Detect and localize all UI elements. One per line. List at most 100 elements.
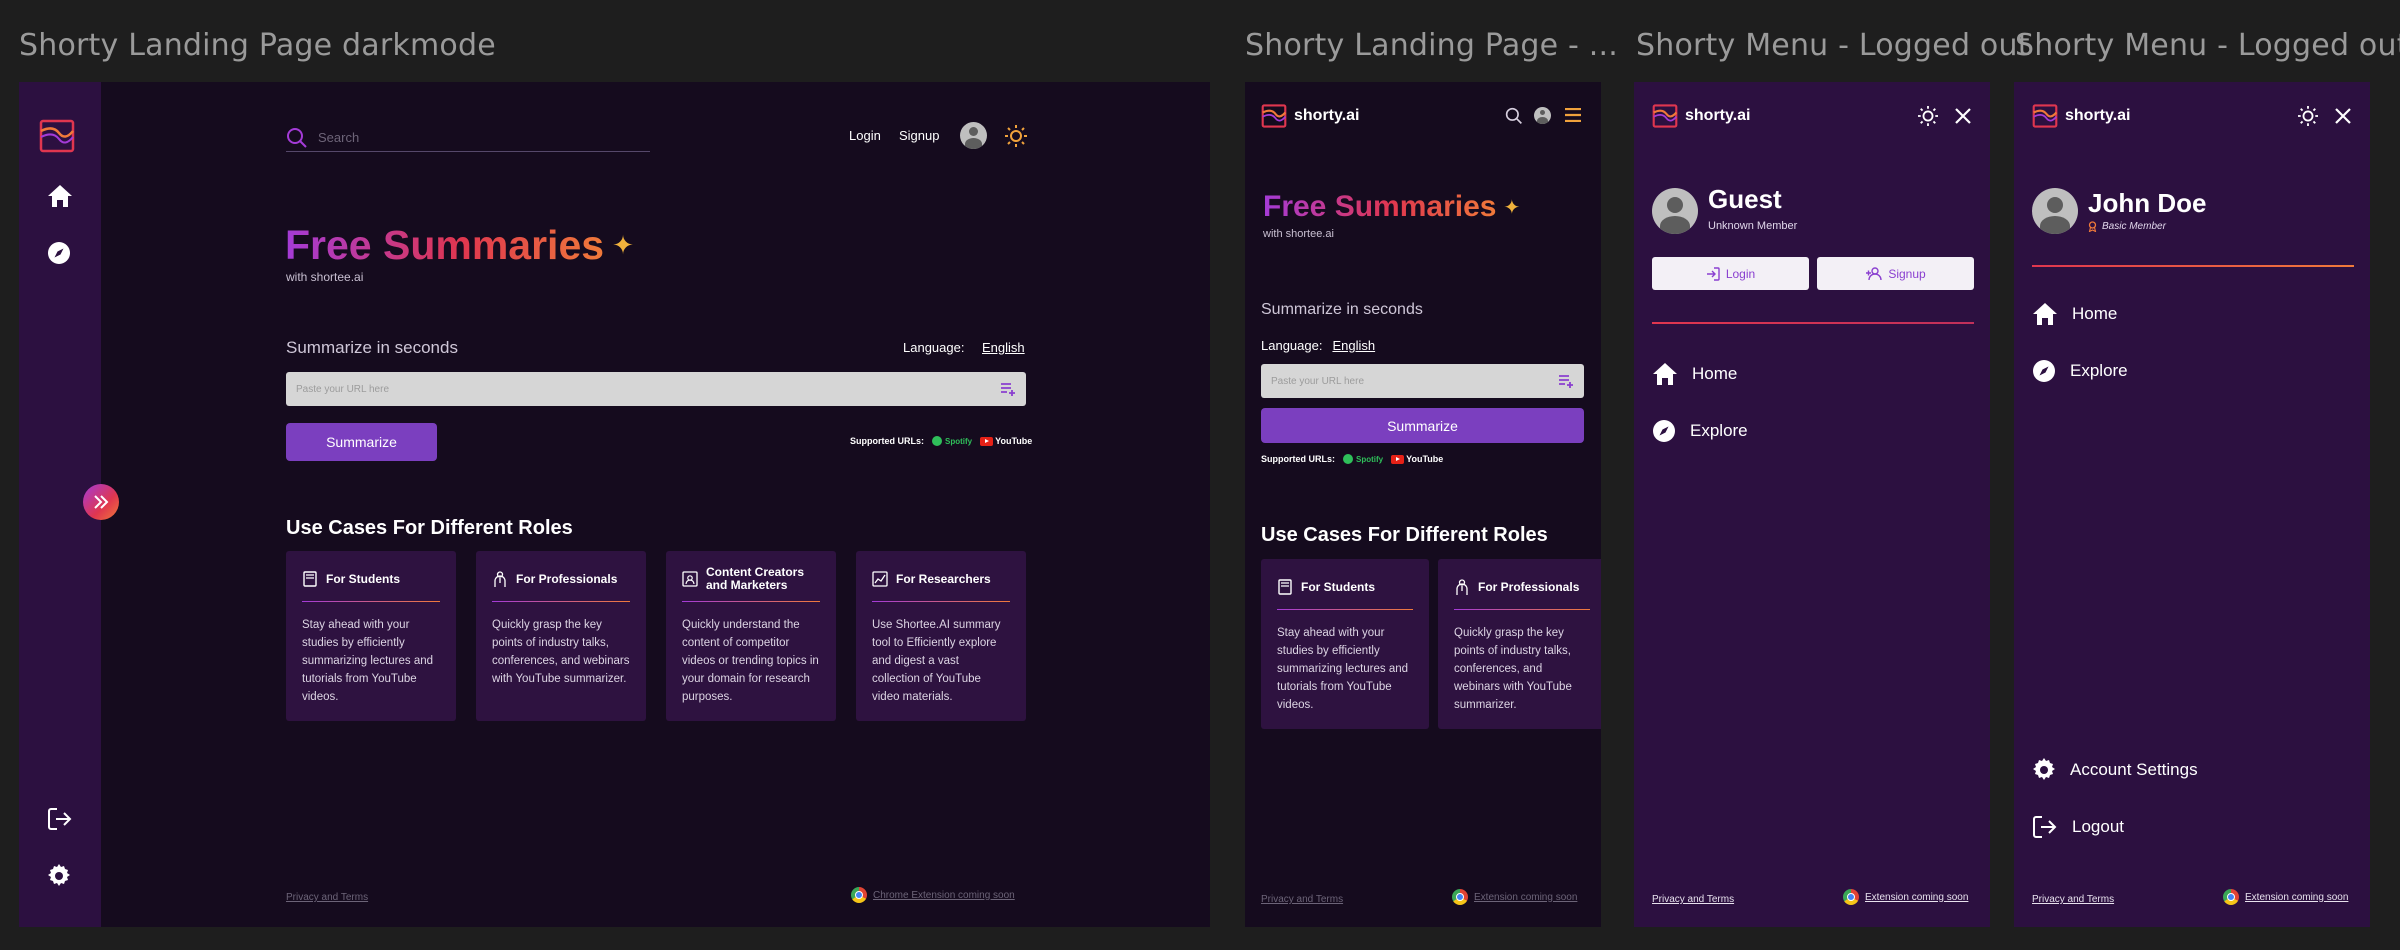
hero-subtitle: with shortee.ai — [1263, 228, 1334, 240]
extension-link[interactable]: Extension coming soon — [2223, 889, 2348, 905]
landing-desktop-frame: Search Login Signup Free Summaries ✦ wit… — [19, 82, 1210, 927]
avatar[interactable] — [1534, 107, 1551, 124]
home-icon[interactable] — [47, 184, 73, 213]
sparkle-icon: ✦ — [612, 230, 634, 260]
brand-name: shorty.ai — [1294, 107, 1360, 124]
signup-link[interactable]: Signup — [899, 128, 939, 143]
privacy-link[interactable]: Privacy and Terms — [286, 892, 368, 903]
url-input[interactable]: Paste your URL here — [286, 372, 1026, 406]
menu-item-label: Explore — [2070, 361, 2128, 380]
search-bar[interactable]: Search — [286, 124, 650, 152]
use-case-card-professionals: For Professionals Quickly grasp the key … — [1438, 559, 1601, 729]
hero-title: Free Summaries — [285, 222, 605, 268]
professional-icon — [1456, 579, 1468, 595]
menu-item-label: Logout — [2072, 817, 2124, 836]
logout-icon — [2033, 816, 2057, 838]
home-icon — [2033, 303, 2057, 325]
extension-text[interactable]: Extension coming soon — [1474, 892, 1577, 903]
menu-item-label: Home — [1692, 364, 1738, 383]
chrome-extension-text[interactable]: Chrome Extension coming soon — [873, 890, 1015, 901]
privacy-link[interactable]: Privacy and Terms — [1261, 894, 1343, 905]
signup-label: Signup — [1888, 266, 1926, 281]
book-icon — [1278, 579, 1292, 595]
extension-link[interactable]: Extension coming soon — [1843, 889, 1968, 905]
menu-item-logout[interactable]: Logout — [2032, 815, 2124, 839]
member-status: Unknown Member — [1708, 220, 1798, 232]
card-title: For Professionals — [516, 572, 618, 586]
url-input-placeholder: Paste your URL here — [296, 383, 390, 395]
supported-label: Supported URLs: — [1261, 454, 1335, 464]
language-label: Language: — [903, 340, 965, 355]
hamburger-menu-icon[interactable] — [1565, 107, 1581, 127]
card-text: Stay ahead with your studies by efficien… — [302, 619, 434, 703]
settings-icon[interactable] — [47, 864, 71, 893]
double-chevron-right-icon — [94, 495, 109, 509]
spotify-logo: Spotify — [932, 436, 972, 446]
add-list-icon[interactable] — [1000, 382, 1016, 396]
explore-icon[interactable] — [47, 241, 71, 270]
language-row: Language: English — [1261, 338, 1375, 353]
add-list-icon[interactable] — [1558, 374, 1574, 388]
supported-urls: Supported URLs: Spotify YouTube — [1261, 454, 1443, 464]
card-text: Use Shortee.AI summary tool to Efficient… — [872, 619, 1001, 703]
use-case-card-students: For Students Stay ahead with your studie… — [286, 551, 456, 721]
use-case-card-researchers: For Researchers Use Shortee.AI summary t… — [856, 551, 1026, 721]
brand[interactable]: shorty.ai — [1652, 104, 1751, 128]
menu-item-home[interactable]: Home — [1652, 362, 1737, 386]
supported-urls: Supported URLs: Spotify YouTube — [850, 436, 1032, 446]
menu-item-explore[interactable]: Explore — [2032, 359, 2128, 383]
brand-name: shorty.ai — [2065, 107, 2131, 124]
home-icon — [1653, 363, 1677, 385]
extension-text[interactable]: Extension coming soon — [2245, 892, 2348, 903]
hero-heading: Free Summaries ✦ — [285, 222, 634, 269]
extension-link[interactable]: Extension coming soon — [1452, 889, 1577, 905]
sun-icon[interactable] — [1918, 106, 1938, 131]
menu-guest-frame: shorty.ai Guest Unknown Member Login Sig… — [1634, 82, 1990, 927]
badge-icon — [2088, 221, 2097, 232]
use-cases-heading: Use Cases For Different Roles — [286, 517, 573, 539]
menu-item-label: Home — [2072, 304, 2118, 323]
search-icon — [287, 127, 307, 148]
close-icon[interactable] — [1955, 108, 1971, 129]
sidebar-expand-button[interactable] — [83, 484, 119, 520]
frame-title-menu-guest: Shorty Menu - Logged out — [1636, 28, 2030, 63]
sun-icon[interactable] — [2298, 106, 2318, 131]
login-link[interactable]: Login — [849, 128, 881, 143]
summarize-button[interactable]: Summarize — [1261, 408, 1584, 443]
user-name: Guest — [1708, 184, 1782, 214]
spotify-logo: Spotify — [1343, 454, 1383, 464]
url-input[interactable]: Paste your URL here — [1261, 364, 1584, 398]
chrome-icon — [851, 887, 867, 903]
hero-subtitle: with shortee.ai — [286, 270, 364, 284]
logout-icon[interactable] — [47, 807, 73, 836]
menu-item-home[interactable]: Home — [2032, 302, 2117, 326]
privacy-link[interactable]: Privacy and Terms — [1652, 894, 1734, 905]
card-text: Quickly grasp the key points of industry… — [1454, 627, 1572, 711]
language-selector[interactable]: English — [1332, 338, 1375, 353]
logo-icon — [1261, 104, 1287, 128]
signup-button[interactable]: Signup — [1817, 257, 1974, 290]
chrome-icon — [2223, 889, 2239, 905]
login-button[interactable]: Login — [1652, 257, 1809, 290]
menu-item-explore[interactable]: Explore — [1652, 419, 1748, 443]
book-icon — [303, 571, 317, 587]
avatar — [2032, 188, 2078, 234]
chrome-icon — [1843, 889, 1859, 905]
brand[interactable]: shorty.ai — [2032, 104, 2131, 128]
menu-item-label: Account Settings — [2070, 760, 2198, 779]
close-icon[interactable] — [2335, 108, 2351, 129]
privacy-link[interactable]: Privacy and Terms — [2032, 894, 2114, 905]
avatar[interactable] — [960, 122, 987, 149]
extension-text[interactable]: Extension coming soon — [1865, 892, 1968, 903]
search-input[interactable]: Search — [318, 130, 359, 145]
chrome-extension-link[interactable]: Chrome Extension coming soon — [851, 887, 1015, 903]
summarize-button[interactable]: Summarize — [286, 423, 437, 461]
logo-icon[interactable] — [39, 119, 75, 158]
supported-label: Supported URLs: — [850, 436, 924, 446]
menu-item-account-settings[interactable]: Account Settings — [2032, 758, 2198, 782]
search-icon[interactable] — [1505, 107, 1523, 130]
brand[interactable]: shorty.ai — [1261, 104, 1360, 128]
sun-icon[interactable] — [1005, 125, 1027, 152]
language-selector[interactable]: English — [982, 340, 1025, 355]
explore-icon — [1653, 420, 1675, 442]
